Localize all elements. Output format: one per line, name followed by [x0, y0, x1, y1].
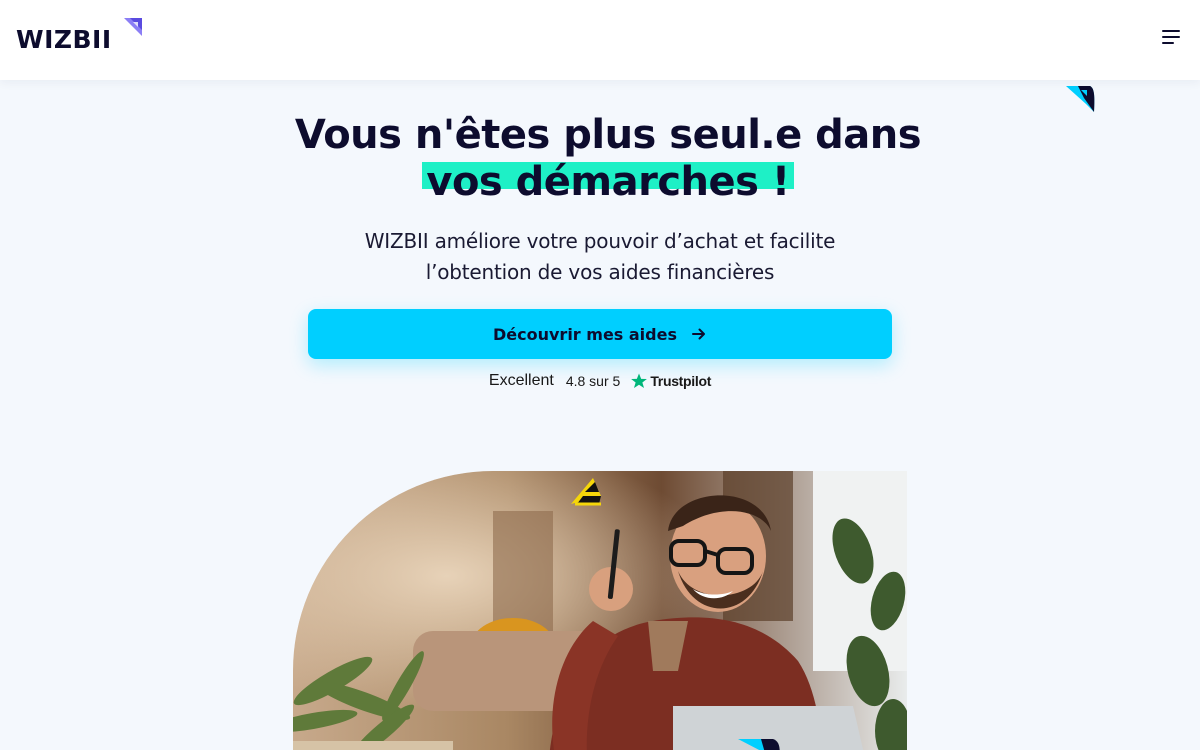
site-header: WIZBII [0, 0, 1200, 80]
trustpilot-widget[interactable]: Excellent 4.8 sur 5 Trustpilot [0, 372, 1200, 390]
hero-title-line1: Vous n'êtes plus seul.e dans [294, 112, 922, 158]
wizbii-logo[interactable]: WIZBII [16, 16, 142, 54]
logo-mark-icon [124, 18, 142, 36]
trustpilot-brand: Trustpilot [650, 373, 712, 389]
cta-label: Découvrir mes aides [493, 324, 677, 344]
hero-subtitle-line1: WIZBII améliore votre pouvoir d’achat et… [364, 229, 836, 253]
hamburger-menu-icon[interactable] [1158, 28, 1182, 48]
hero-photo [293, 471, 907, 750]
trust-rating-word: Excellent [488, 372, 554, 389]
hero-subtitle: WIZBII améliore votre pouvoir d’achat et… [300, 226, 900, 288]
hero-title-highlight: vos démarches ! [422, 159, 794, 206]
star-icon [631, 373, 648, 389]
decorative-bird-icon [1066, 86, 1095, 112]
hero-title: Vous n'êtes plus seul.e dans vos démarch… [200, 112, 1016, 206]
hero-subtitle-line2: l’obtention de vos aides financières [425, 260, 775, 284]
discover-aids-button[interactable]: Découvrir mes aides [308, 309, 892, 359]
trust-score: 4.8 sur 5 [565, 373, 621, 389]
trustpilot-logo: Trustpilot [630, 372, 711, 390]
logo-text: WIZBII [16, 25, 112, 54]
arrow-right-icon [692, 328, 705, 340]
hero-photo-illustration [293, 471, 907, 750]
